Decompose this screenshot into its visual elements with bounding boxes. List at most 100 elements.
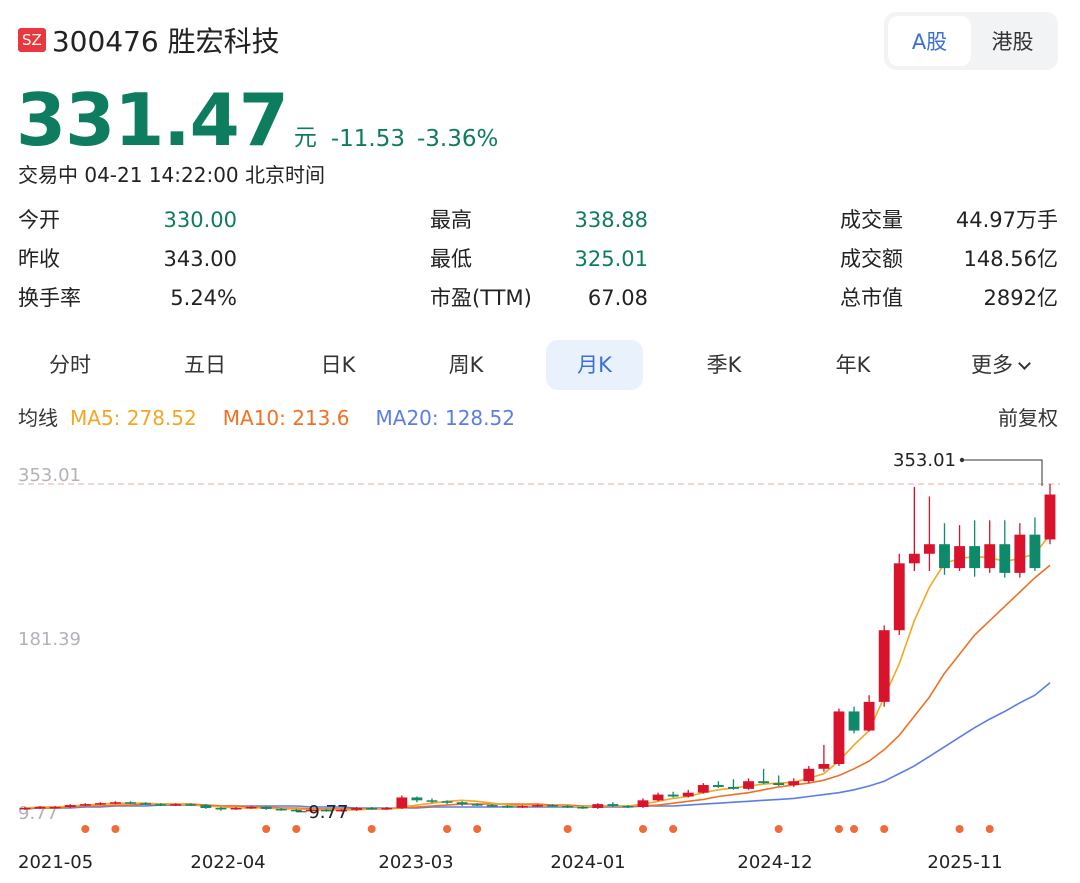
- candle-body: [366, 807, 378, 810]
- max-annotation-leader: [962, 459, 1043, 486]
- candle-body: [743, 781, 754, 789]
- candle-body: [637, 800, 649, 808]
- y-axis-label: 181.39: [18, 629, 81, 650]
- mktcap-label: 总市值: [840, 286, 903, 310]
- candle-body: [170, 804, 182, 806]
- x-axis-label: 2021-05: [18, 852, 93, 873]
- candle-body: [260, 807, 272, 809]
- event-marker: [880, 825, 889, 833]
- candle-body: [622, 806, 634, 808]
- open-label: 今开: [18, 208, 60, 232]
- event-marker: [292, 825, 301, 833]
- candle-body: [501, 806, 513, 808]
- candle-body: [818, 764, 830, 769]
- candle-body: [456, 802, 468, 805]
- candle-body: [94, 803, 106, 805]
- turnover-rate-value: 5.24%: [170, 286, 237, 310]
- hk-share-tab[interactable]: 港股: [971, 16, 1054, 66]
- candle-body: [923, 544, 935, 554]
- min-annotation-label: 9.77: [308, 802, 348, 823]
- event-marker: [81, 825, 90, 833]
- candle-body: [19, 807, 31, 810]
- a-share-tab[interactable]: A股: [888, 16, 971, 66]
- candle-body: [908, 553, 920, 564]
- event-marker: [834, 825, 843, 833]
- candle-body: [34, 807, 46, 809]
- candle-body: [788, 781, 800, 786]
- high-label: 最高: [430, 208, 472, 232]
- candle-body: [426, 800, 438, 802]
- candle-body: [245, 807, 257, 809]
- price-row: 331.47 元 -11.53 -3.36%: [16, 84, 498, 156]
- event-marker: [443, 825, 452, 833]
- tab-intraday[interactable]: 分时: [20, 340, 120, 390]
- candle-body: [290, 809, 302, 812]
- candle-body: [773, 783, 785, 786]
- candle-body: [441, 801, 453, 803]
- candle-body: [758, 781, 770, 784]
- candle-body: [893, 563, 905, 631]
- event-marker: [563, 825, 572, 833]
- x-axis-label: 2024-12: [737, 852, 812, 873]
- ma5-value: MA5: 278.52: [70, 406, 197, 430]
- candle-body: [215, 807, 227, 810]
- tab-monthly-k[interactable]: 月K: [546, 340, 643, 390]
- candle-body: [969, 546, 981, 569]
- candle-body: [532, 805, 543, 807]
- max-annotation-dot: [959, 457, 965, 463]
- event-marker: [850, 825, 859, 833]
- open-value: 330.00: [163, 208, 237, 232]
- tab-more[interactable]: 更多: [945, 340, 1055, 390]
- ma20-value: MA20: 128.52: [375, 406, 515, 430]
- x-axis-label: 2025-11: [927, 852, 1002, 873]
- volume-value: 44.97万手: [955, 208, 1058, 232]
- candle-body: [577, 807, 589, 809]
- candle-body: [607, 804, 619, 807]
- tab-daily-k[interactable]: 日K: [288, 340, 388, 390]
- candle-body: [185, 804, 197, 806]
- candle-body: [1044, 494, 1056, 540]
- candle-body: [275, 808, 287, 811]
- candle-body: [939, 544, 950, 569]
- candle-body: [200, 805, 212, 808]
- candle-body: [562, 806, 574, 808]
- event-marker: [955, 825, 964, 833]
- candle-body: [49, 807, 61, 809]
- candle-body: [682, 792, 694, 797]
- candle-body: [396, 797, 408, 808]
- candle-body: [1014, 534, 1026, 573]
- adjust-type-button[interactable]: 前复权: [998, 403, 1058, 433]
- candle-body: [712, 785, 724, 787]
- pe-value: 67.08: [587, 286, 648, 310]
- tab-yearly-k[interactable]: 年K: [803, 340, 903, 390]
- y-axis-label: 353.01: [18, 465, 81, 486]
- tab-quarterly-k[interactable]: 季K: [674, 340, 774, 390]
- candle-body: [547, 805, 558, 807]
- event-marker: [262, 825, 271, 833]
- candle-body: [351, 807, 363, 810]
- candle-body: [64, 805, 76, 808]
- tab-more-label: 更多: [971, 353, 1013, 377]
- x-axis-label: 2023-03: [378, 852, 453, 873]
- tab-five-day[interactable]: 五日: [155, 340, 255, 390]
- stock-header: SZ 300476 胜宏科技: [18, 20, 280, 60]
- candle-body: [110, 802, 121, 804]
- candle-body: [697, 785, 709, 793]
- candle-body: [848, 711, 860, 731]
- price-change-percent: -3.36%: [417, 126, 499, 152]
- candle-body: [411, 797, 423, 801]
- candle-body: [471, 804, 483, 806]
- low-value: 325.01: [574, 247, 648, 271]
- candle-body: [486, 805, 498, 807]
- event-marker: [367, 825, 376, 833]
- candle-body: [517, 806, 528, 808]
- candle-body: [125, 802, 136, 804]
- candle-body: [652, 794, 664, 801]
- tab-weekly-k[interactable]: 周K: [416, 340, 516, 390]
- candle-body: [728, 786, 739, 789]
- candle-body: [954, 546, 965, 569]
- kline-chart[interactable]: 353.01 181.39 9.77 353.01 9.77 2021-05 2022-04…: [0, 440, 1080, 883]
- amount-value: 148.56亿: [963, 247, 1058, 271]
- x-axis-label: 2022-04: [190, 852, 265, 873]
- candle-body: [592, 804, 604, 808]
